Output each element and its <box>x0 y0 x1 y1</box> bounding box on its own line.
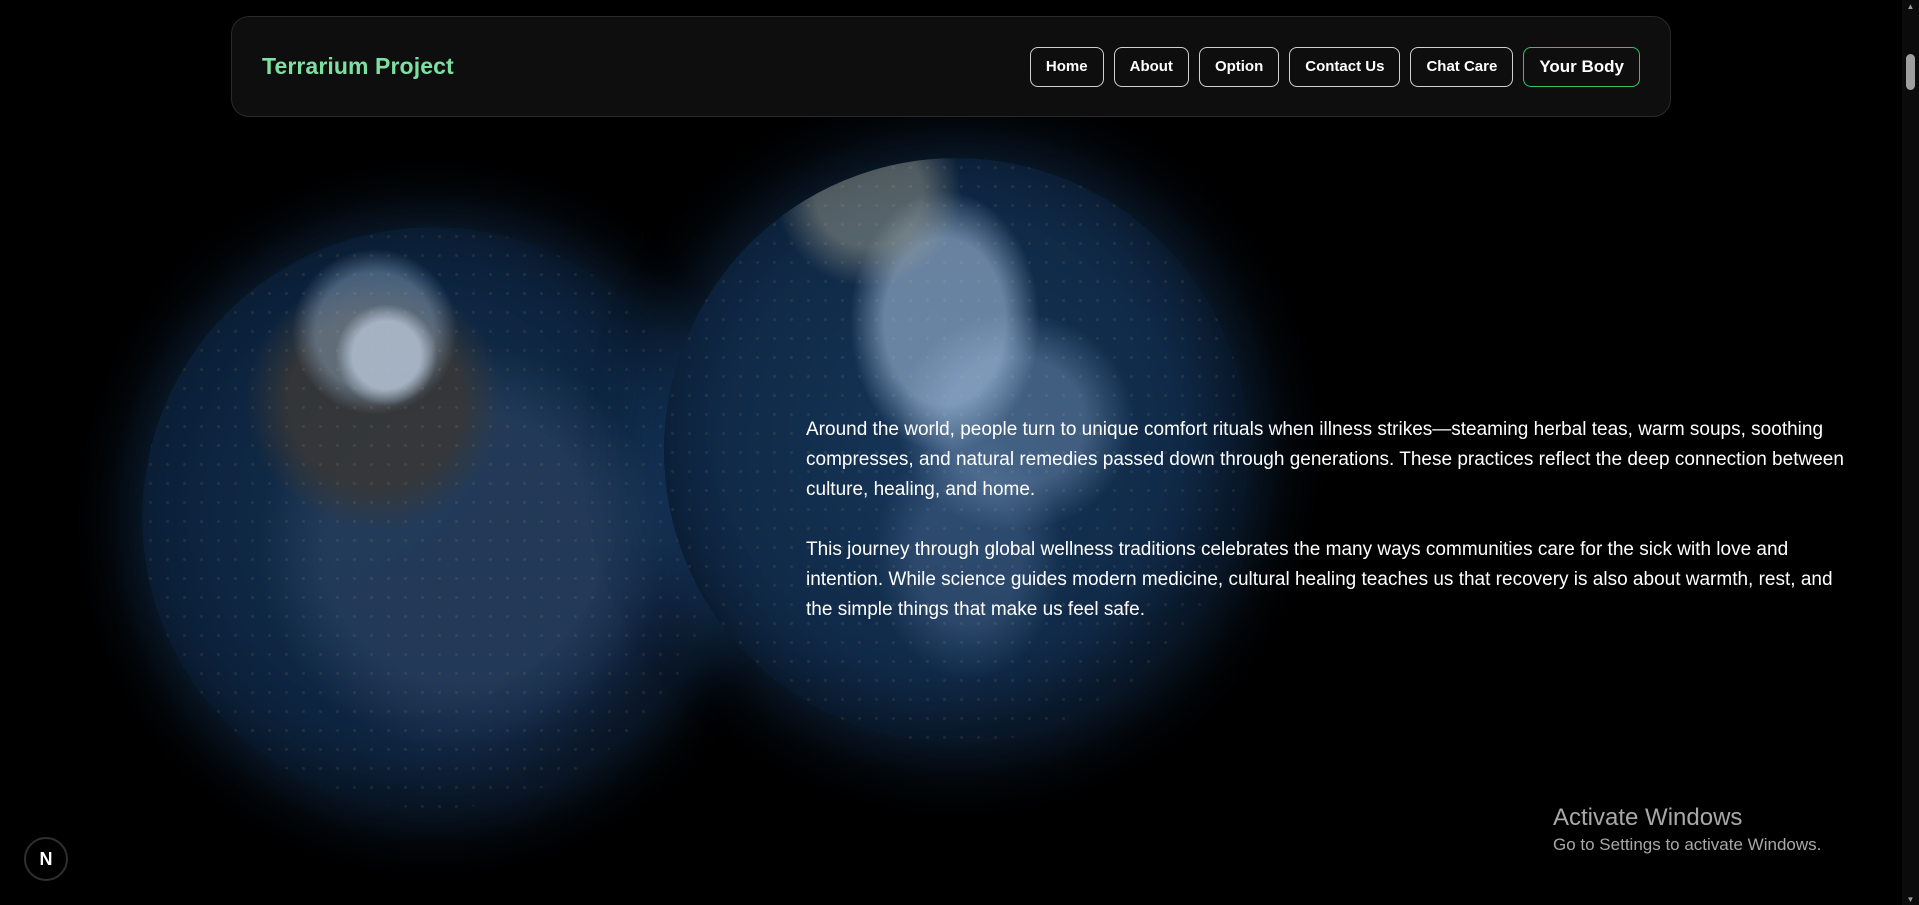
earth-globe-image-asia <box>142 227 724 809</box>
nav-about-button[interactable]: About <box>1113 46 1189 87</box>
nav-contact-us-button[interactable]: Contact Us <box>1289 46 1401 87</box>
nav-home-button[interactable]: Home <box>1029 46 1104 87</box>
brand-logo-text[interactable]: Terrarium Project <box>262 53 454 80</box>
windows-activation-watermark: Activate Windows Go to Settings to activ… <box>1553 803 1821 857</box>
watermark-title: Activate Windows <box>1553 804 1743 831</box>
nextjs-logo-icon[interactable]: N <box>24 837 68 881</box>
intro-paragraph-2: This journey through global wellness tra… <box>806 539 1833 620</box>
scroll-down-arrow-icon[interactable]: ▼ <box>1902 893 1919 905</box>
nav-chat-care-button[interactable]: Chat Care <box>1410 46 1514 87</box>
watermark-subtitle: Go to Settings to activate Windows. <box>1553 835 1822 854</box>
next-badge-letter: N <box>39 848 53 869</box>
intro-paragraph-1: Around the world, people turn to unique … <box>806 419 1844 500</box>
navbar: Terrarium Project Home About Option Cont… <box>231 16 1671 117</box>
nav-links: Home About Option Contact Us Chat Care Y… <box>1029 46 1640 87</box>
scrollbar-thumb[interactable] <box>1906 54 1915 90</box>
nav-your-body-button[interactable]: Your Body <box>1523 46 1640 87</box>
intro-text-section: Around the world, people turn to unique … <box>806 415 1851 655</box>
city-lights-overlay <box>142 227 724 809</box>
nav-option-button[interactable]: Option <box>1198 46 1280 87</box>
vertical-scrollbar[interactable]: ▲ ▼ <box>1902 0 1919 905</box>
scroll-up-arrow-icon[interactable]: ▲ <box>1902 0 1919 12</box>
page: Terrarium Project Home About Option Cont… <box>0 0 1919 905</box>
